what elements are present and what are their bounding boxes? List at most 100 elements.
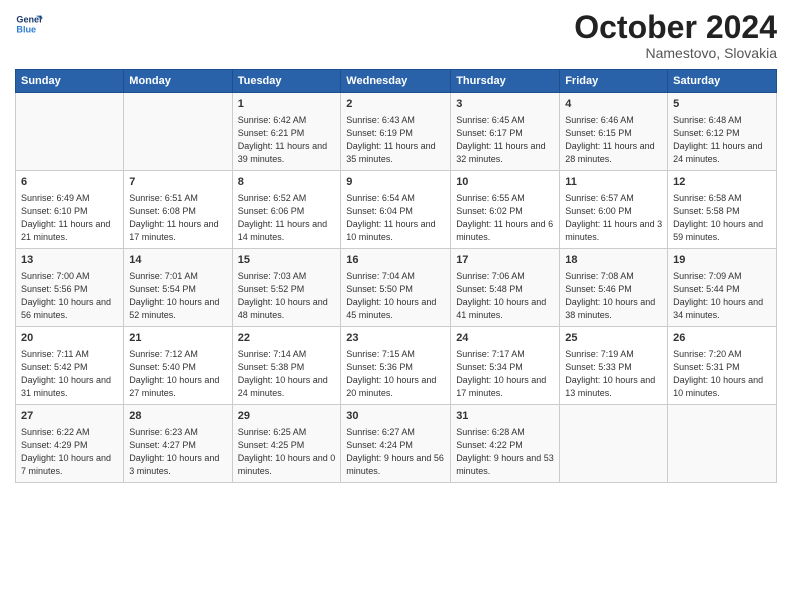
day-number: 29 <box>238 409 336 424</box>
table-cell: 5Sunrise: 6:48 AMSunset: 6:12 PMDaylight… <box>668 93 777 171</box>
day-number: 5 <box>673 97 771 112</box>
day-number: 19 <box>673 253 771 268</box>
day-info: Sunrise: 6:57 AMSunset: 6:00 PMDaylight:… <box>565 193 662 242</box>
table-cell: 19 Sunrise: 7:09 AMSunset: 5:44 PMDayligh… <box>668 249 777 327</box>
day-number: 27 <box>21 409 118 424</box>
day-number: 17 <box>456 253 554 268</box>
day-info: Sunrise: 7:06 AMSunset: 5:48 PMDaylight:… <box>456 271 546 320</box>
day-number: 14 <box>129 253 226 268</box>
day-number: 16 <box>346 253 445 268</box>
calendar-week-2: 6 Sunrise: 6:49 AMSunset: 6:10 PMDaylight… <box>16 171 777 249</box>
table-cell <box>124 93 232 171</box>
table-cell: 7Sunrise: 6:51 AMSunset: 6:08 PMDaylight… <box>124 171 232 249</box>
logo-icon: General Blue <box>15 10 43 38</box>
day-number: 21 <box>129 331 226 346</box>
calendar-week-1: 1 Sunrise: 6:42 AMSunset: 6:21 PMDaylight… <box>16 93 777 171</box>
table-cell <box>668 405 777 483</box>
header-sunday: Sunday <box>16 70 124 93</box>
table-cell: 21 Sunrise: 7:12 AMSunset: 5:40 PMDayligh… <box>124 327 232 405</box>
header: General Blue October 2024 Namestovo, Slo… <box>15 10 777 61</box>
day-info: Sunrise: 7:01 AMSunset: 5:54 PMDaylight:… <box>129 271 219 320</box>
day-info: Sunrise: 6:49 AMSunset: 6:10 PMDaylight:… <box>21 193 110 242</box>
day-number: 28 <box>129 409 226 424</box>
day-number: 18 <box>565 253 662 268</box>
table-cell: 17 Sunrise: 7:06 AMSunset: 5:48 PMDayligh… <box>451 249 560 327</box>
day-info: Sunrise: 7:12 AMSunset: 5:40 PMDaylight:… <box>129 349 219 398</box>
day-info: Sunrise: 6:45 AMSunset: 6:17 PMDaylight:… <box>456 115 545 164</box>
table-cell: 26Sunrise: 7:20 AMSunset: 5:31 PMDayligh… <box>668 327 777 405</box>
day-number: 20 <box>21 331 118 346</box>
location-subtitle: Namestovo, Slovakia <box>574 45 777 61</box>
day-info: Sunrise: 7:11 AMSunset: 5:42 PMDaylight:… <box>21 349 111 398</box>
page-container: General Blue October 2024 Namestovo, Slo… <box>0 0 792 488</box>
day-info: Sunrise: 7:00 AMSunset: 5:56 PMDaylight:… <box>21 271 111 320</box>
day-info: Sunrise: 6:42 AMSunset: 6:21 PMDaylight:… <box>238 115 327 164</box>
day-number: 24 <box>456 331 554 346</box>
day-number: 8 <box>238 175 336 190</box>
header-wednesday: Wednesday <box>341 70 451 93</box>
day-info: Sunrise: 6:58 AMSunset: 5:58 PMDaylight:… <box>673 193 763 242</box>
day-info: Sunrise: 7:09 AMSunset: 5:44 PMDaylight:… <box>673 271 763 320</box>
day-info: Sunrise: 6:25 AMSunset: 4:25 PMDaylight:… <box>238 427 336 476</box>
table-cell <box>560 405 668 483</box>
day-info: Sunrise: 7:17 AMSunset: 5:34 PMDaylight:… <box>456 349 546 398</box>
table-cell: 31Sunrise: 6:28 AMSunset: 4:22 PMDayligh… <box>451 405 560 483</box>
table-cell: 10Sunrise: 6:55 AMSunset: 6:02 PMDayligh… <box>451 171 560 249</box>
table-cell: 2 Sunrise: 6:43 AMSunset: 6:19 PMDaylight… <box>341 93 451 171</box>
header-monday: Monday <box>124 70 232 93</box>
header-saturday: Saturday <box>668 70 777 93</box>
day-info: Sunrise: 6:46 AMSunset: 6:15 PMDaylight:… <box>565 115 654 164</box>
svg-text:Blue: Blue <box>16 24 36 34</box>
logo: General Blue <box>15 10 47 38</box>
header-friday: Friday <box>560 70 668 93</box>
calendar-table: Sunday Monday Tuesday Wednesday Thursday… <box>15 69 777 483</box>
day-number: 6 <box>21 175 118 190</box>
calendar-header-row: Sunday Monday Tuesday Wednesday Thursday… <box>16 70 777 93</box>
header-thursday: Thursday <box>451 70 560 93</box>
table-cell: 1 Sunrise: 6:42 AMSunset: 6:21 PMDaylight… <box>232 93 341 171</box>
day-info: Sunrise: 7:15 AMSunset: 5:36 PMDaylight:… <box>346 349 436 398</box>
day-number: 9 <box>346 175 445 190</box>
table-cell: 27 Sunrise: 6:22 AMSunset: 4:29 PMDayligh… <box>16 405 124 483</box>
day-info: Sunrise: 6:27 AMSunset: 4:24 PMDaylight:… <box>346 427 444 476</box>
day-info: Sunrise: 6:43 AMSunset: 6:19 PMDaylight:… <box>346 115 435 164</box>
table-cell: 12 Sunrise: 6:58 AMSunset: 5:58 PMDayligh… <box>668 171 777 249</box>
table-cell: 8Sunrise: 6:52 AMSunset: 6:06 PMDaylight… <box>232 171 341 249</box>
day-info: Sunrise: 6:55 AMSunset: 6:02 PMDaylight:… <box>456 193 553 242</box>
day-number: 11 <box>565 175 662 190</box>
table-cell: 22Sunrise: 7:14 AMSunset: 5:38 PMDayligh… <box>232 327 341 405</box>
table-cell: 20 Sunrise: 7:11 AMSunset: 5:42 PMDayligh… <box>16 327 124 405</box>
header-tuesday: Tuesday <box>232 70 341 93</box>
day-info: Sunrise: 7:19 AMSunset: 5:33 PMDaylight:… <box>565 349 655 398</box>
day-number: 23 <box>346 331 445 346</box>
day-number: 1 <box>238 97 336 112</box>
day-number: 3 <box>456 97 554 112</box>
table-cell: 15 Sunrise: 7:03 AMSunset: 5:52 PMDayligh… <box>232 249 341 327</box>
day-number: 15 <box>238 253 336 268</box>
day-number: 26 <box>673 331 771 346</box>
day-number: 12 <box>673 175 771 190</box>
day-number: 2 <box>346 97 445 112</box>
calendar-week-5: 27 Sunrise: 6:22 AMSunset: 4:29 PMDayligh… <box>16 405 777 483</box>
day-info: Sunrise: 6:23 AMSunset: 4:27 PMDaylight:… <box>129 427 219 476</box>
table-cell: 18 Sunrise: 7:08 AMSunset: 5:46 PMDayligh… <box>560 249 668 327</box>
day-info: Sunrise: 6:54 AMSunset: 6:04 PMDaylight:… <box>346 193 435 242</box>
day-number: 31 <box>456 409 554 424</box>
calendar-week-3: 13Sunrise: 7:00 AMSunset: 5:56 PMDayligh… <box>16 249 777 327</box>
table-cell: 28 Sunrise: 6:23 AMSunset: 4:27 PMDayligh… <box>124 405 232 483</box>
day-info: Sunrise: 6:51 AMSunset: 6:08 PMDaylight:… <box>129 193 218 242</box>
day-info: Sunrise: 7:03 AMSunset: 5:52 PMDaylight:… <box>238 271 328 320</box>
table-cell: 29 Sunrise: 6:25 AMSunset: 4:25 PMDayligh… <box>232 405 341 483</box>
table-cell: 13Sunrise: 7:00 AMSunset: 5:56 PMDayligh… <box>16 249 124 327</box>
table-cell: 30 Sunrise: 6:27 AMSunset: 4:24 PMDayligh… <box>341 405 451 483</box>
table-cell <box>16 93 124 171</box>
month-title: October 2024 <box>574 10 777 45</box>
table-cell: 4Sunrise: 6:46 AMSunset: 6:15 PMDaylight… <box>560 93 668 171</box>
day-info: Sunrise: 7:08 AMSunset: 5:46 PMDaylight:… <box>565 271 655 320</box>
table-cell: 23 Sunrise: 7:15 AMSunset: 5:36 PMDayligh… <box>341 327 451 405</box>
day-info: Sunrise: 7:04 AMSunset: 5:50 PMDaylight:… <box>346 271 436 320</box>
calendar-week-4: 20 Sunrise: 7:11 AMSunset: 5:42 PMDayligh… <box>16 327 777 405</box>
table-cell: 11 Sunrise: 6:57 AMSunset: 6:00 PMDayligh… <box>560 171 668 249</box>
day-number: 30 <box>346 409 445 424</box>
day-info: Sunrise: 6:22 AMSunset: 4:29 PMDaylight:… <box>21 427 111 476</box>
